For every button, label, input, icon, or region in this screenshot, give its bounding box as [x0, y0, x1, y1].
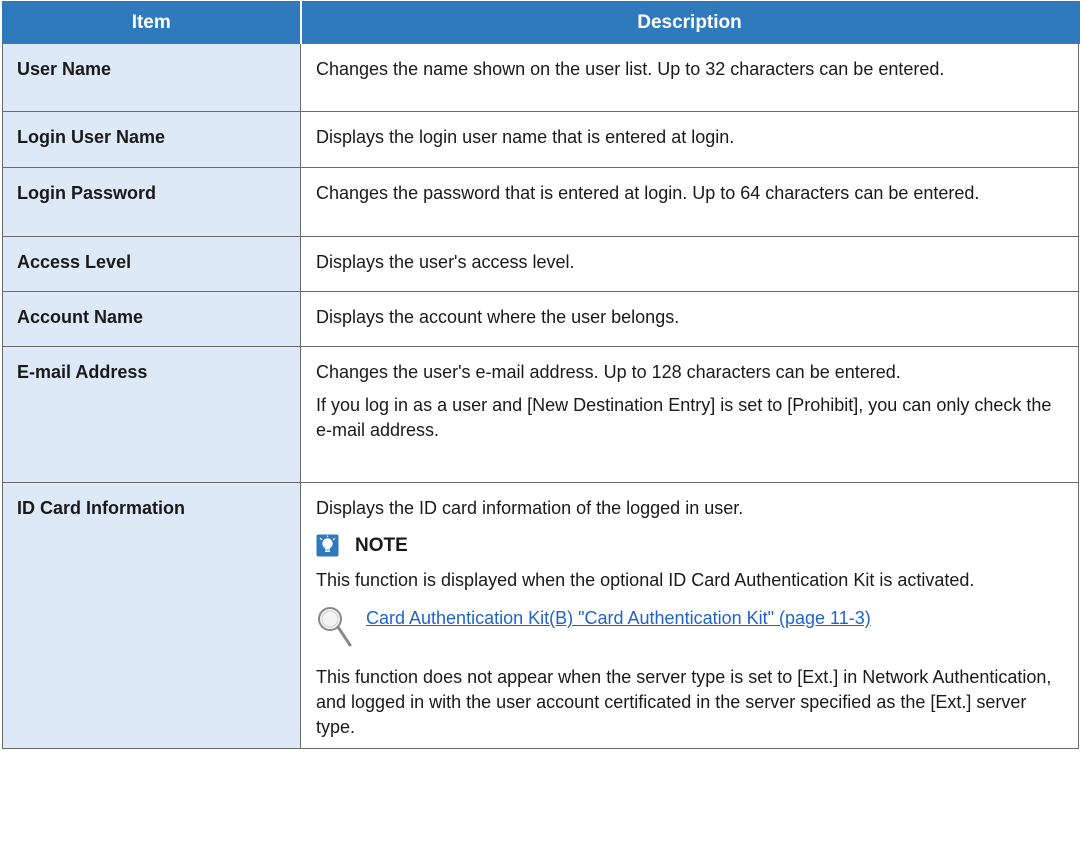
- item-cell-account-name: Account Name: [2, 291, 301, 347]
- description-cell: Displays the user's access level.: [300, 236, 1079, 292]
- item-cell-login-user-name: Login User Name: [2, 111, 301, 168]
- description-text: Changes the user's e-mail address. Up to…: [316, 362, 901, 382]
- table-row: Access Level Displays the user's access …: [2, 236, 1079, 292]
- note-heading: NOTE: [316, 533, 1068, 558]
- reference-line: Card Authentication Kit(B) "Card Authent…: [316, 601, 1068, 653]
- description-cell: Displays the account where the user belo…: [300, 291, 1079, 347]
- user-properties-table: Item Description User Name Changes the n…: [2, 1, 1080, 749]
- description-text: Displays the ID card information of the …: [316, 498, 744, 518]
- table-row: User Name Changes the name shown on the …: [2, 43, 1079, 112]
- table-header-row: Item Description: [2, 1, 1080, 44]
- table-row: E-mail Address Changes the user's e-mail…: [2, 346, 1079, 483]
- description-cell: Changes the name shown on the user list.…: [300, 43, 1079, 112]
- lightbulb-note-icon: [316, 534, 339, 557]
- description-text: Displays the user's access level.: [316, 252, 575, 272]
- note-label: NOTE: [355, 535, 408, 556]
- column-header-description: Description: [300, 1, 1080, 44]
- description-text: If you log in as a user and [New Destina…: [316, 395, 1052, 440]
- magnifier-icon: [316, 601, 356, 653]
- description-cell: Displays the ID card information of the …: [300, 482, 1079, 749]
- item-cell-email-address: E-mail Address: [2, 346, 301, 483]
- card-authentication-kit-link[interactable]: Card Authentication Kit(B) "Card Authent…: [366, 606, 871, 631]
- note-footer-text: This function does not appear when the s…: [316, 667, 1052, 737]
- description-text: Changes the password that is entered at …: [316, 183, 980, 203]
- description-cell: Changes the password that is entered at …: [300, 167, 1079, 237]
- note-text: This function is displayed when the opti…: [316, 570, 975, 590]
- column-header-item: Item: [2, 1, 302, 44]
- description-cell: Displays the login user name that is ent…: [300, 111, 1079, 168]
- item-cell-user-name: User Name: [2, 43, 301, 112]
- description-text: Displays the login user name that is ent…: [316, 127, 735, 147]
- table-row: Account Name Displays the account where …: [2, 291, 1079, 347]
- description-text: Changes the name shown on the user list.…: [316, 59, 945, 79]
- description-cell: Changes the user's e-mail address. Up to…: [300, 346, 1079, 483]
- item-cell-id-card-information: ID Card Information: [2, 482, 301, 749]
- table-row: ID Card Information Displays the ID card…: [2, 482, 1079, 749]
- description-text: Displays the account where the user belo…: [316, 307, 680, 327]
- item-cell-access-level: Access Level: [2, 236, 301, 292]
- table-row: Login Password Changes the password that…: [2, 167, 1079, 237]
- table-row: Login User Name Displays the login user …: [2, 111, 1079, 168]
- item-cell-login-password: Login Password: [2, 167, 301, 237]
